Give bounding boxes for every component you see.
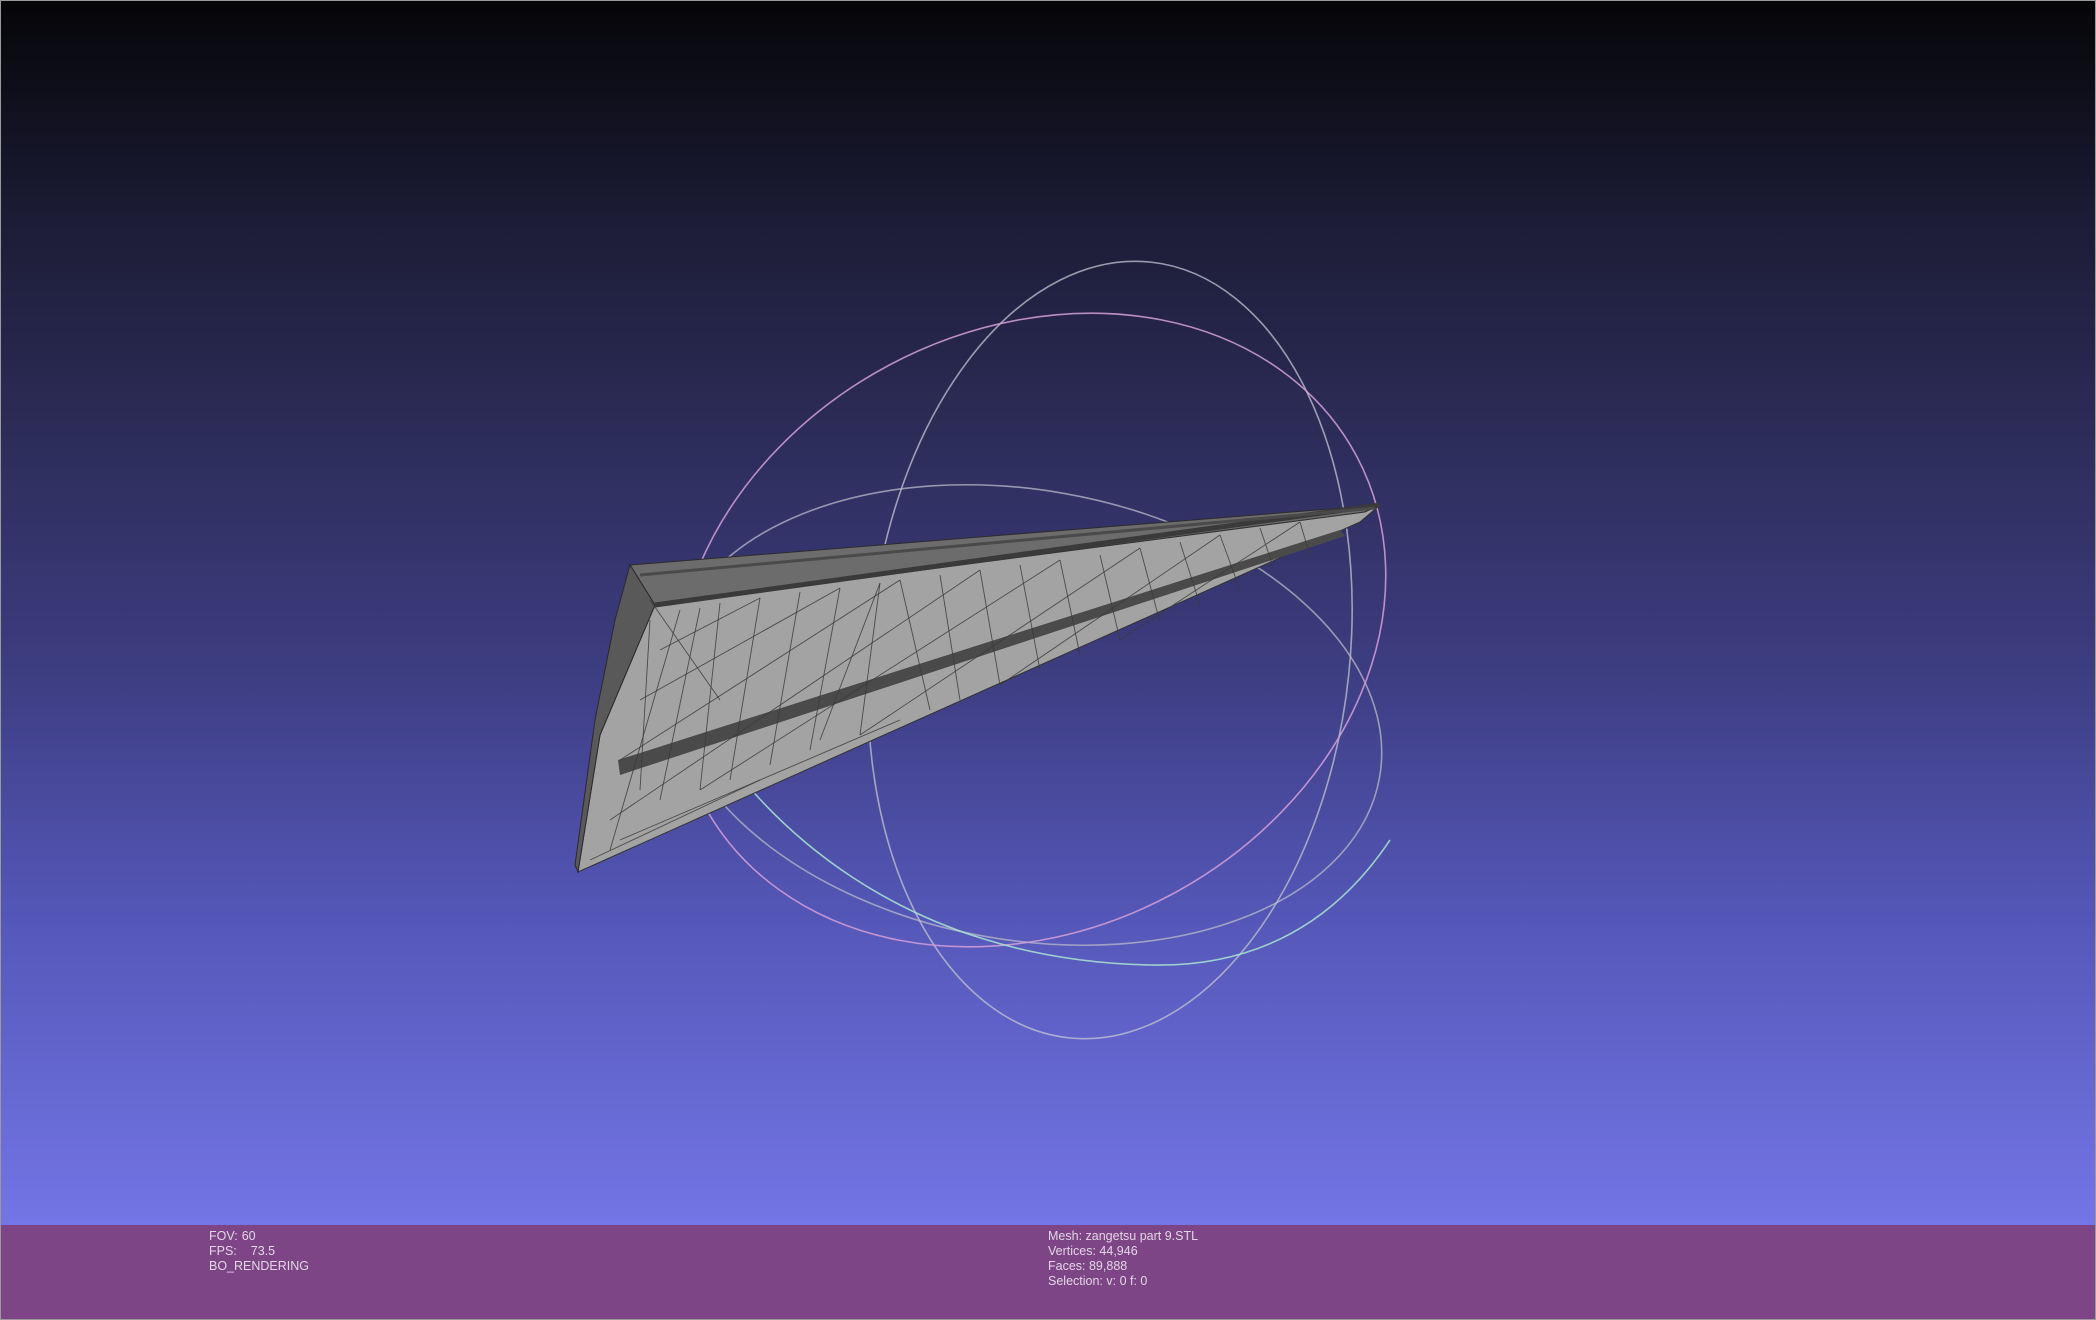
render-mode: BO_RENDERING (209, 1259, 310, 1273)
fov-label: FOV: (209, 1229, 238, 1243)
scene-canvas[interactable] (0, 0, 2096, 1225)
mesh-model[interactable] (574, 502, 1381, 874)
face-count: Faces: 89,888 (1048, 1259, 1128, 1273)
mesh-info-panel: Mesh: zangetsu part 9.STL Vertices: 44,9… (1048, 1229, 1198, 1289)
3d-viewport[interactable] (0, 0, 2096, 1225)
fov-readout: FOV: 60 (209, 1229, 309, 1244)
mesh-name: Mesh: zangetsu part 9.STL (1048, 1229, 1199, 1243)
vertex-count: Vertices: 44,946 (1048, 1244, 1138, 1258)
fps-readout: FPS: 73.5 (209, 1244, 309, 1259)
fov-value: 60 (241, 1229, 256, 1243)
status-bar: FOV: 60 FPS: 73.5 BO_RENDERING Mesh: zange… (0, 1225, 2096, 1320)
fps-value: 73.5 (250, 1244, 276, 1258)
render-info-panel: FOV: 60 FPS: 73.5 BO_RENDERING (209, 1229, 309, 1274)
fps-label: FPS: (209, 1244, 237, 1258)
selection-info: Selection: v: 0 f: 0 (1048, 1274, 1148, 1288)
